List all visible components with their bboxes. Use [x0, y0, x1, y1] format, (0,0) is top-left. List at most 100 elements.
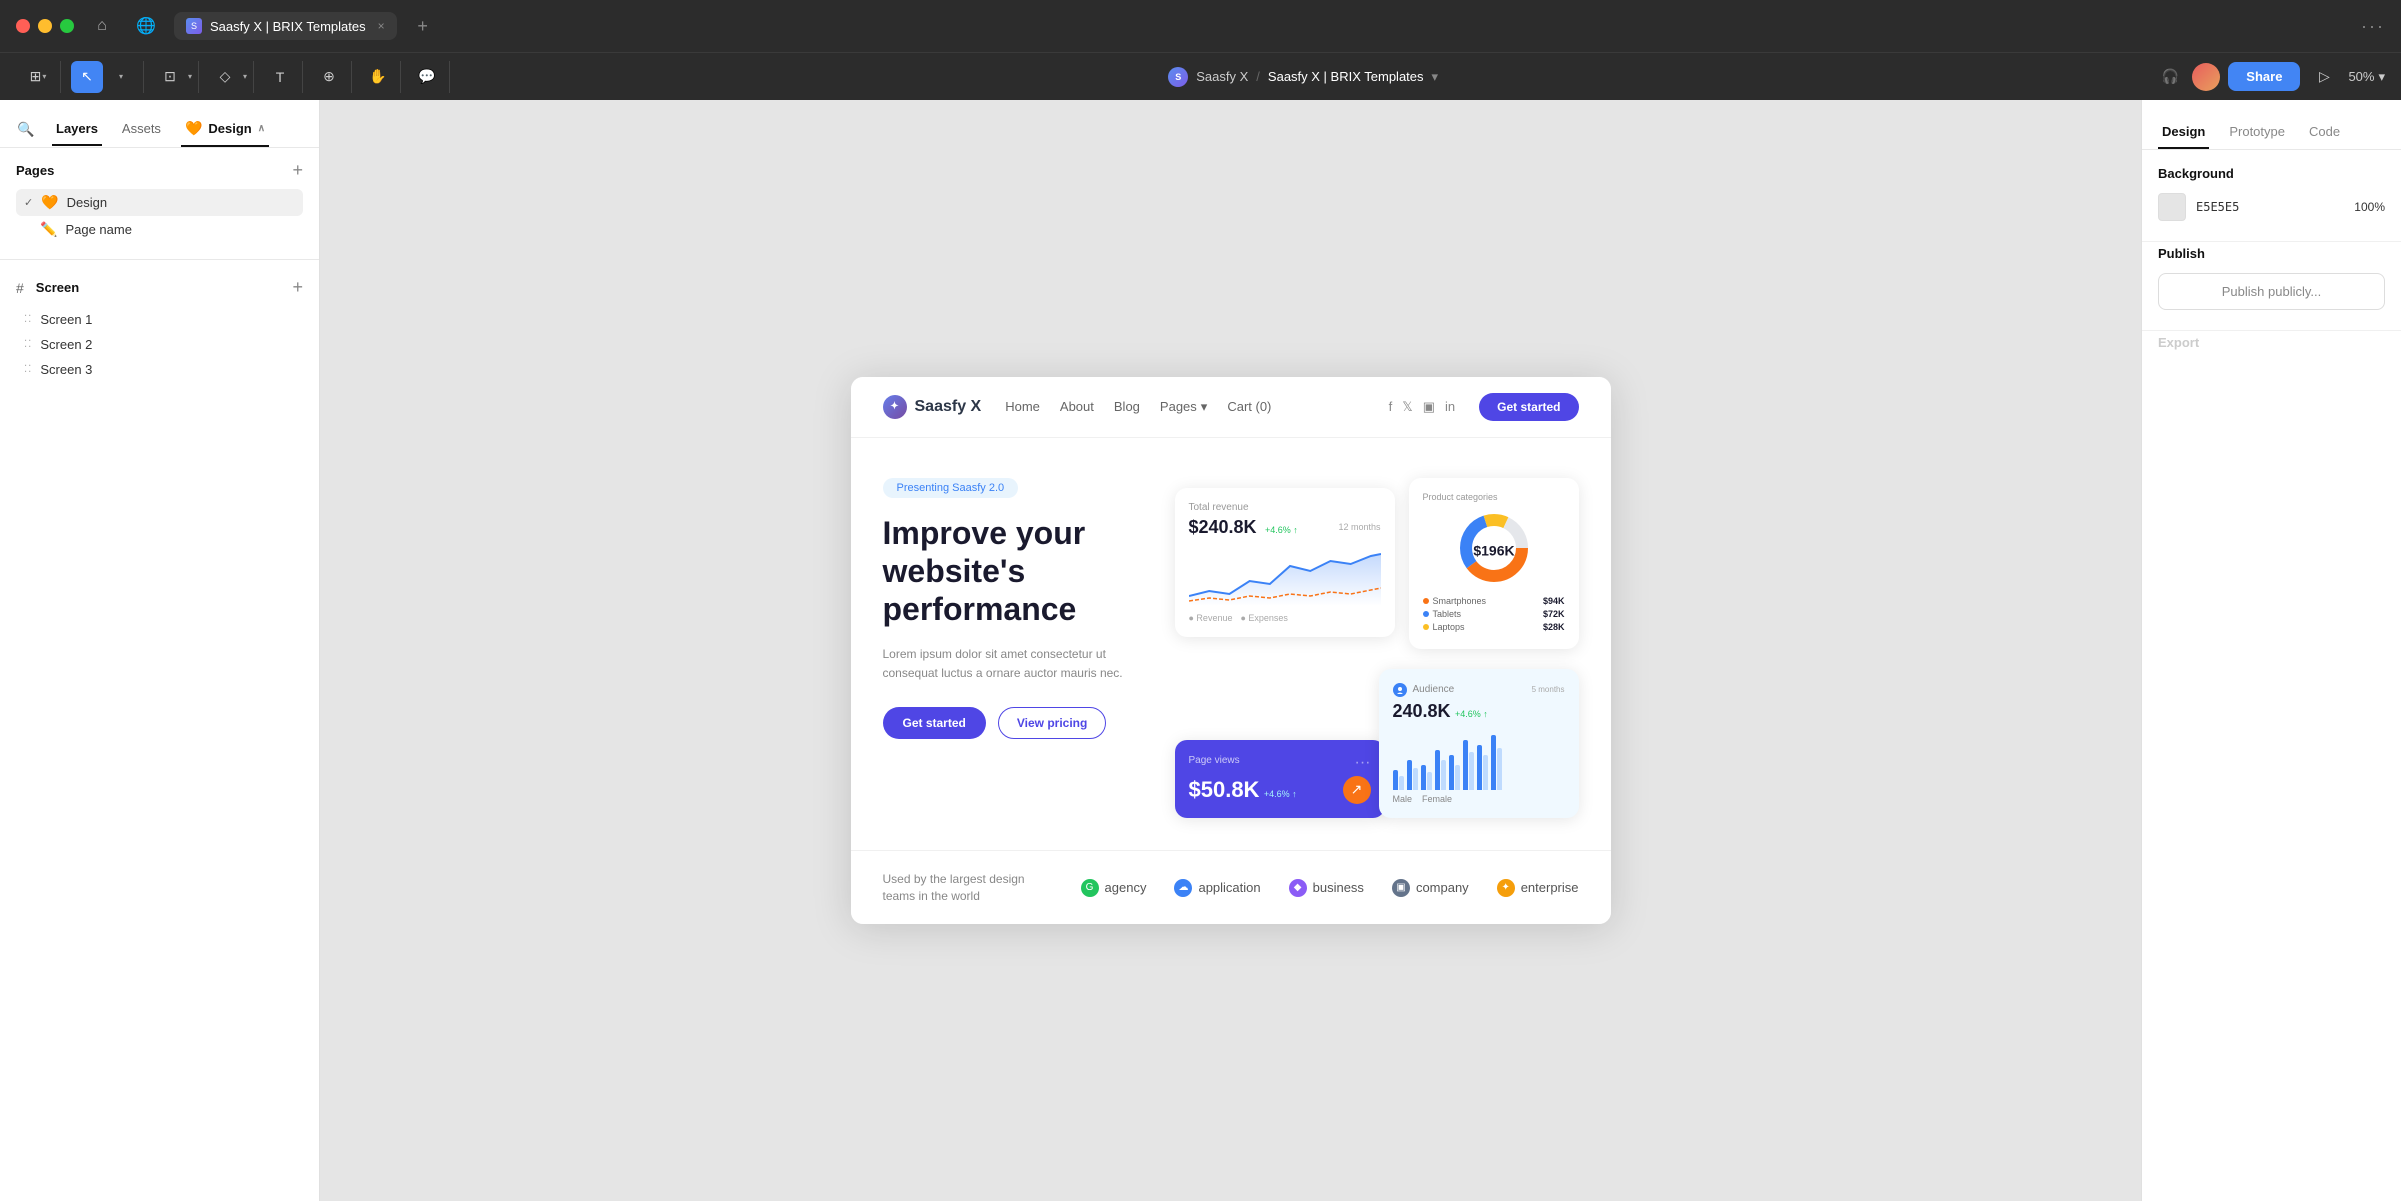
page-item-name[interactable]: ✏️ Page name — [16, 216, 303, 243]
select-tool[interactable]: ↖ — [71, 61, 103, 93]
page-item-design[interactable]: ✓ 🧡 Design — [16, 189, 303, 216]
publish-title: Publish — [2158, 246, 2385, 261]
background-color-swatch[interactable] — [2158, 193, 2186, 221]
minimize-button[interactable] — [38, 19, 52, 33]
site-logo: ✦ Saasfy X — [883, 395, 982, 419]
nav-cart[interactable]: Cart (0) — [1227, 399, 1271, 414]
background-section: Background E5E5E5 100% — [2158, 166, 2385, 221]
screen-item-1[interactable]: ⁚⁚ Screen 1 — [16, 307, 303, 332]
screen-item-2[interactable]: ⁚⁚ Screen 2 — [16, 332, 303, 357]
design-emoji: 🧡 — [185, 120, 202, 137]
hero-buttons: Get started View pricing — [883, 707, 1143, 739]
nav-pages-arrow-icon: ▾ — [1201, 399, 1208, 415]
toolbar-right: 🎧 Share ▷ 50% ▾ — [2156, 61, 2385, 93]
donut-legend-tablets: Tablets $72K — [1423, 609, 1565, 619]
screen-dots-3-icon: ⁚⁚ — [24, 364, 32, 375]
nav-home[interactable]: Home — [1005, 399, 1040, 414]
hand-icon: ✋ — [369, 68, 386, 85]
publish-button[interactable]: Publish publicly... — [2158, 273, 2385, 310]
breadcrumb-arrow-icon[interactable]: ▾ — [1432, 69, 1439, 85]
layers-tab[interactable]: Layers — [52, 113, 102, 146]
canvas-area[interactable]: ✦ Saasfy X Home About Blog Pages ▾ Cart … — [320, 100, 2141, 1201]
components-tool[interactable]: ⊕ — [313, 61, 345, 93]
screen-title: Screen — [36, 280, 285, 295]
company-label: company — [1416, 880, 1469, 895]
design-panel-tab[interactable]: Design — [2158, 116, 2209, 149]
tool-group-grid: ⊞ ▾ — [16, 61, 61, 93]
linkedin-icon[interactable]: in — [1445, 399, 1455, 414]
pageviews-change: +4.6% ↑ — [1264, 789, 1297, 799]
assets-tab[interactable]: Assets — [118, 113, 165, 146]
hand-tool[interactable]: ✋ — [362, 61, 394, 93]
business-icon: ◆ — [1289, 879, 1307, 897]
facebook-icon[interactable]: f — [1389, 399, 1393, 414]
logo-agency: G agency — [1081, 879, 1147, 897]
background-opacity[interactable]: 100% — [2354, 200, 2385, 214]
design-tab[interactable]: 🧡 Design ∧ — [181, 112, 269, 147]
donut-title: Product categories — [1423, 492, 1498, 502]
screen-item-3[interactable]: ⁚⁚ Screen 3 — [16, 357, 303, 382]
pages-title: Pages — [16, 163, 54, 178]
company-icon: ▣ — [1392, 879, 1410, 897]
shape-tool[interactable]: ◇ — [209, 61, 241, 93]
grid-tool[interactable]: ⊞ ▾ — [22, 61, 54, 93]
zoom-control[interactable]: 50% ▾ — [2348, 69, 2385, 85]
nav-about[interactable]: About — [1060, 399, 1094, 414]
new-tab-button[interactable]: + — [409, 12, 437, 40]
shape-arrow-icon: ▾ — [243, 72, 247, 81]
hero-primary-button[interactable]: Get started — [883, 707, 986, 739]
hero-secondary-button[interactable]: View pricing — [998, 707, 1106, 739]
prototype-panel-tab[interactable]: Prototype — [2225, 116, 2289, 149]
nav-pages[interactable]: Pages ▾ — [1160, 399, 1207, 415]
social-icon-3[interactable]: ▣ — [1423, 399, 1435, 415]
grid-arrow-icon: ▾ — [42, 72, 46, 81]
tool-group-frame: ⊡ ▾ — [148, 61, 199, 93]
more-options-icon[interactable]: ··· — [2361, 16, 2385, 37]
text-tool[interactable]: T — [264, 61, 296, 93]
donut-card: Product categories $196K — [1409, 478, 1579, 649]
grid-icon: ⊞ — [30, 68, 42, 85]
hero-badge: Presenting Saasfy 2.0 — [883, 478, 1019, 498]
screen-dots-2-icon: ⁚⁚ — [24, 339, 32, 350]
panel-divider-2 — [2142, 330, 2401, 331]
audience-label: Audience — [1413, 684, 1455, 695]
enterprise-icon: ✦ — [1497, 879, 1515, 897]
titlebar-right: ··· — [2361, 16, 2385, 37]
project-name[interactable]: Saasfy X — [1196, 69, 1248, 84]
select-tool-arrow[interactable]: ▾ — [105, 61, 137, 93]
background-color-code[interactable]: E5E5E5 — [2196, 200, 2344, 214]
screen-add-button[interactable]: + — [292, 277, 303, 298]
pages-add-button[interactable]: + — [292, 160, 303, 181]
donut-container: Product categories $196K — [1423, 492, 1565, 635]
play-button[interactable]: ▷ — [2308, 61, 2340, 93]
code-panel-tab[interactable]: Code — [2305, 116, 2344, 149]
logos-list: G agency ☁ application ◆ business ▣ comp… — [1081, 879, 1579, 897]
revenue-value: $240.8K — [1189, 517, 1257, 537]
website-logos: Used by the largest design teams in the … — [851, 850, 1611, 925]
hero-left: Presenting Saasfy 2.0 Improve your websi… — [883, 478, 1143, 740]
comment-tool[interactable]: 💬 — [411, 61, 443, 93]
current-page-name[interactable]: Saasfy X | BRIX Templates — [1268, 69, 1424, 84]
home-icon[interactable]: ⌂ — [86, 10, 118, 42]
close-button[interactable] — [16, 19, 30, 33]
headphone-icon[interactable]: 🎧 — [2156, 63, 2184, 91]
tab-close-icon[interactable]: × — [378, 19, 385, 33]
share-button[interactable]: Share — [2228, 62, 2300, 91]
nav-blog[interactable]: Blog — [1114, 399, 1140, 414]
zoom-arrow-icon: ▾ — [2378, 69, 2385, 85]
screen-header: # Screen + — [16, 272, 303, 303]
audience-bar-legend: Male Female — [1393, 794, 1565, 804]
audience-change: +4.6% ↑ — [1455, 709, 1488, 719]
globe-icon[interactable]: 🌐 — [130, 10, 162, 42]
twitter-icon[interactable]: 𝕏 — [1402, 399, 1412, 415]
user-avatar[interactable] — [2192, 63, 2220, 91]
tab-favicon: S — [186, 18, 202, 34]
nav-cta-button[interactable]: Get started — [1479, 393, 1578, 421]
agency-label: agency — [1105, 880, 1147, 895]
sidebar-search-icon[interactable]: 🔍 — [16, 120, 36, 140]
audience-bar-chart — [1393, 730, 1565, 790]
tool-group-select: ↖ ▾ — [65, 61, 144, 93]
maximize-button[interactable] — [60, 19, 74, 33]
frame-tool[interactable]: ⊡ — [154, 61, 186, 93]
browser-tab[interactable]: S Saasfy X | BRIX Templates × — [174, 12, 397, 40]
